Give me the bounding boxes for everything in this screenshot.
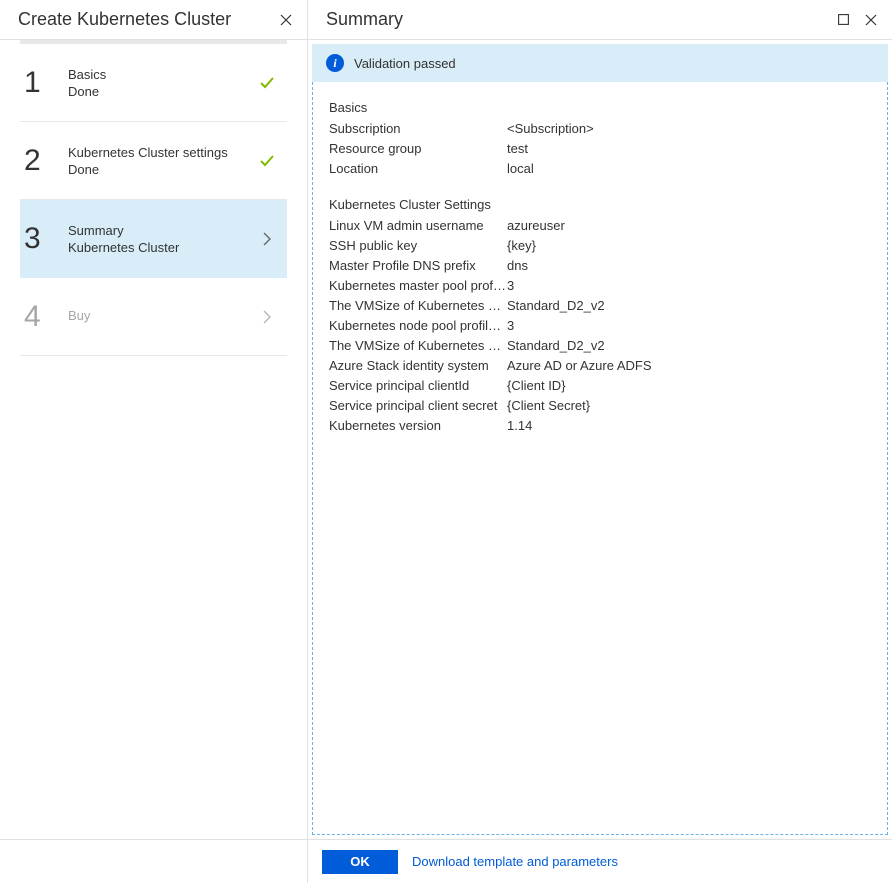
- step-sublabel: Done: [68, 84, 257, 99]
- right-panel-title: Summary: [326, 9, 836, 30]
- checkmark-icon: [257, 75, 277, 91]
- download-template-link[interactable]: Download template and parameters: [412, 854, 618, 869]
- step-number: 4: [24, 300, 68, 334]
- summary-value: 3: [507, 316, 871, 336]
- wizard-step-basics[interactable]: 1 Basics Done: [20, 44, 287, 122]
- summary-row: Subscription<Subscription>: [329, 119, 871, 139]
- summary-row: The VMSize of Kubernetes nod...Standard_…: [329, 336, 871, 356]
- step-label: Basics: [68, 67, 257, 82]
- summary-key: Service principal clientId: [329, 376, 507, 396]
- summary-row: Locationlocal: [329, 159, 871, 179]
- summary-row: Kubernetes master pool profile ...3: [329, 276, 871, 296]
- summary-key: Subscription: [329, 119, 507, 139]
- summary-value: Standard_D2_v2: [507, 296, 871, 316]
- summary-row: The VMSize of Kubernetes mas...Standard_…: [329, 296, 871, 316]
- summary-row: SSH public key{key}: [329, 236, 871, 256]
- step-number: 1: [24, 66, 68, 100]
- right-panel-header: Summary: [308, 0, 892, 40]
- summary-value: {key}: [507, 236, 871, 256]
- summary-key: SSH public key: [329, 236, 507, 256]
- wizard-left-panel: Create Kubernetes Cluster 1 Basics Done …: [0, 0, 308, 883]
- summary-value: {Client ID}: [507, 376, 871, 396]
- wizard-step-buy[interactable]: 4 Buy: [20, 278, 287, 356]
- wizard-step-summary[interactable]: 3 Summary Kubernetes Cluster: [20, 200, 287, 278]
- summary-key: Linux VM admin username: [329, 216, 507, 236]
- step-sublabel: Kubernetes Cluster: [68, 240, 257, 255]
- info-icon: i: [326, 54, 344, 72]
- summary-value: dns: [507, 256, 871, 276]
- summary-row: Kubernetes node pool profile c...3: [329, 316, 871, 336]
- step-label: Kubernetes Cluster settings: [68, 145, 257, 160]
- summary-row: Resource grouptest: [329, 139, 871, 159]
- chevron-right-icon: [257, 310, 277, 324]
- maximize-icon[interactable]: [836, 13, 850, 27]
- summary-key: The VMSize of Kubernetes nod...: [329, 336, 507, 356]
- summary-value: <Subscription>: [507, 119, 871, 139]
- summary-key: Kubernetes version: [329, 416, 507, 436]
- summary-key: Master Profile DNS prefix: [329, 256, 507, 276]
- step-label: Buy: [68, 308, 257, 323]
- section-title-cluster: Kubernetes Cluster Settings: [329, 197, 871, 212]
- section-title-basics: Basics: [329, 100, 871, 115]
- ok-button[interactable]: OK: [322, 850, 398, 874]
- checkmark-icon: [257, 153, 277, 169]
- chevron-right-icon: [257, 232, 277, 246]
- summary-key: Kubernetes node pool profile c...: [329, 316, 507, 336]
- close-icon[interactable]: [864, 13, 878, 27]
- summary-value: {Client Secret}: [507, 396, 871, 416]
- summary-row: Master Profile DNS prefixdns: [329, 256, 871, 276]
- summary-value: Standard_D2_v2: [507, 336, 871, 356]
- summary-key: Kubernetes master pool profile ...: [329, 276, 507, 296]
- summary-key: Location: [329, 159, 507, 179]
- summary-value: local: [507, 159, 871, 179]
- summary-row: Kubernetes version1.14: [329, 416, 871, 436]
- step-number: 3: [24, 222, 68, 256]
- summary-row: Azure Stack identity systemAzure AD or A…: [329, 356, 871, 376]
- right-footer: OK Download template and parameters: [308, 839, 892, 883]
- wizard-step-cluster-settings[interactable]: 2 Kubernetes Cluster settings Done: [20, 122, 287, 200]
- summary-key: Resource group: [329, 139, 507, 159]
- summary-value: azureuser: [507, 216, 871, 236]
- summary-body: Basics Subscription<Subscription> Resour…: [312, 82, 888, 835]
- summary-row: Service principal client secret{Client S…: [329, 396, 871, 416]
- validation-text: Validation passed: [354, 56, 456, 71]
- summary-key: The VMSize of Kubernetes mas...: [329, 296, 507, 316]
- summary-row: Service principal clientId{Client ID}: [329, 376, 871, 396]
- summary-key: Azure Stack identity system: [329, 356, 507, 376]
- validation-banner: i Validation passed: [312, 44, 888, 82]
- summary-value: test: [507, 139, 871, 159]
- close-icon[interactable]: [279, 13, 293, 27]
- left-panel-title: Create Kubernetes Cluster: [18, 9, 279, 30]
- step-label: Summary: [68, 223, 257, 238]
- summary-value: 1.14: [507, 416, 871, 436]
- summary-value: Azure AD or Azure ADFS: [507, 356, 871, 376]
- summary-right-panel: Summary i Validation passed Basics Subsc…: [308, 0, 892, 883]
- wizard-steps: 1 Basics Done 2 Kubernetes Cluster setti…: [0, 44, 307, 839]
- step-sublabel: Done: [68, 162, 257, 177]
- summary-key: Service principal client secret: [329, 396, 507, 416]
- summary-value: 3: [507, 276, 871, 296]
- left-panel-header: Create Kubernetes Cluster: [0, 0, 307, 40]
- summary-row: Linux VM admin usernameazureuser: [329, 216, 871, 236]
- left-footer: [0, 839, 307, 883]
- step-number: 2: [24, 144, 68, 178]
